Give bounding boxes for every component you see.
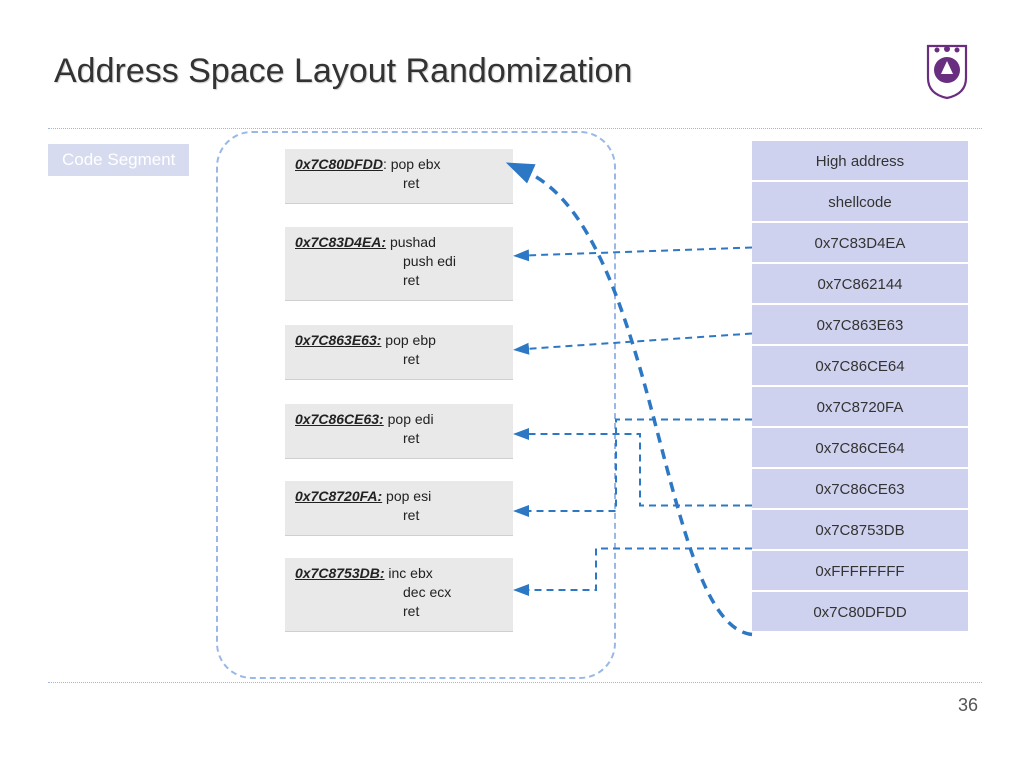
- gadget-block: 0x7C863E63: pop ebpret: [285, 325, 513, 380]
- stack-cell: 0x7C86CE64: [752, 346, 968, 387]
- university-logo: [924, 44, 970, 100]
- stack-column: High addressshellcode0x7C83D4EA0x7C86214…: [752, 141, 968, 633]
- gadget-address: 0x7C80DFDD: [295, 156, 383, 172]
- stack-cell: 0x7C86CE63: [752, 469, 968, 510]
- gadget-body: dec ecx ret: [295, 583, 503, 621]
- gadget-body: ret: [295, 429, 503, 448]
- gadget-address: 0x7C8753DB:: [295, 565, 385, 581]
- gadget-body: ret: [295, 506, 503, 525]
- gadget-body: ret: [295, 174, 503, 193]
- gadget-block: 0x7C86CE63: pop ediret: [285, 404, 513, 459]
- bottom-divider: [48, 682, 982, 683]
- gadget-block: 0x7C8720FA: pop esiret: [285, 481, 513, 536]
- stack-cell: 0x7C8753DB: [752, 510, 968, 551]
- page-number: 36: [958, 695, 978, 716]
- stack-cell: 0xFFFFFFFF: [752, 551, 968, 592]
- gadget-address: 0x7C83D4EA:: [295, 234, 386, 250]
- stack-cell: 0x7C862144: [752, 264, 968, 305]
- stack-cell: shellcode: [752, 182, 968, 223]
- gadget-body: push edi ret: [295, 252, 503, 290]
- stack-cell: 0x7C86CE64: [752, 428, 968, 469]
- gadget-block: 0x7C8753DB: inc ebxdec ecx ret: [285, 558, 513, 632]
- stack-cell: 0x7C83D4EA: [752, 223, 968, 264]
- gadget-address: 0x7C863E63:: [295, 332, 381, 348]
- gadget-block: 0x7C83D4EA: pushadpush edi ret: [285, 227, 513, 301]
- code-segment-label: Code Segment: [48, 144, 189, 176]
- gadget-address: 0x7C86CE63:: [295, 411, 384, 427]
- gadget-body: ret: [295, 350, 503, 369]
- gadget-address: 0x7C8720FA:: [295, 488, 382, 504]
- top-divider: [48, 128, 982, 129]
- stack-cell: 0x7C8720FA: [752, 387, 968, 428]
- stack-cell: 0x7C863E63: [752, 305, 968, 346]
- stack-cell: 0x7C80DFDD: [752, 592, 968, 633]
- page-title: Address Space Layout Randomization: [54, 52, 632, 91]
- gadget-block: 0x7C80DFDD: pop ebxret: [285, 149, 513, 204]
- stack-cell: High address: [752, 141, 968, 182]
